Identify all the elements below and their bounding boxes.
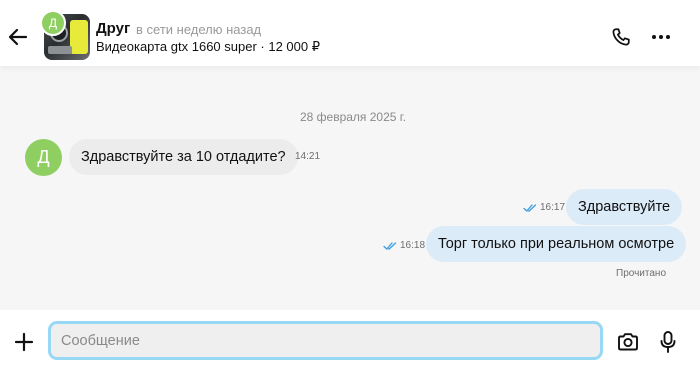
message-time: 14:21 — [295, 151, 321, 162]
incoming-message[interactable]: Здравствуйте за 10 отдадите? — [69, 139, 298, 175]
plus-icon — [14, 332, 34, 352]
message-time: 16:18 — [400, 240, 426, 251]
read-status: Прочитано — [616, 268, 666, 279]
phone-icon — [612, 28, 630, 46]
listing-thumbnail[interactable]: Д — [40, 10, 90, 60]
microphone-button[interactable] — [656, 329, 680, 355]
double-check-icon — [523, 203, 537, 212]
more-horizontal-icon — [652, 35, 670, 39]
microphone-icon — [660, 331, 676, 353]
contact-name[interactable]: Друг — [96, 20, 130, 37]
double-check-icon — [383, 241, 397, 250]
chat-header: Д Друг в сети неделю назад Видеокарта gt… — [0, 0, 700, 66]
message-meta: 16:18 — [383, 240, 425, 251]
message-time: 16:17 — [540, 202, 566, 213]
camera-icon — [618, 333, 638, 351]
back-button[interactable] — [6, 25, 30, 49]
message-composer — [0, 310, 700, 373]
outgoing-message[interactable]: Здравствуйте — [566, 189, 683, 225]
message-input[interactable] — [48, 321, 603, 360]
call-button[interactable] — [608, 24, 634, 50]
attach-button[interactable] — [12, 330, 36, 354]
sender-avatar[interactable]: Д — [25, 139, 62, 176]
camera-button[interactable] — [616, 330, 640, 354]
outgoing-message[interactable]: Торг только при реальном осмотре — [426, 226, 687, 262]
contact-avatar: Д — [40, 10, 66, 36]
listing-info[interactable]: Видеокарта gtx 1660 super · 12 000 ₽ — [96, 39, 320, 55]
more-button[interactable] — [648, 24, 674, 50]
message-meta: 16:17 — [523, 202, 565, 213]
arrow-left-icon — [8, 28, 28, 46]
date-separator: 28 февраля 2025 г. — [299, 110, 407, 124]
contact-status: в сети неделю назад — [136, 22, 262, 37]
